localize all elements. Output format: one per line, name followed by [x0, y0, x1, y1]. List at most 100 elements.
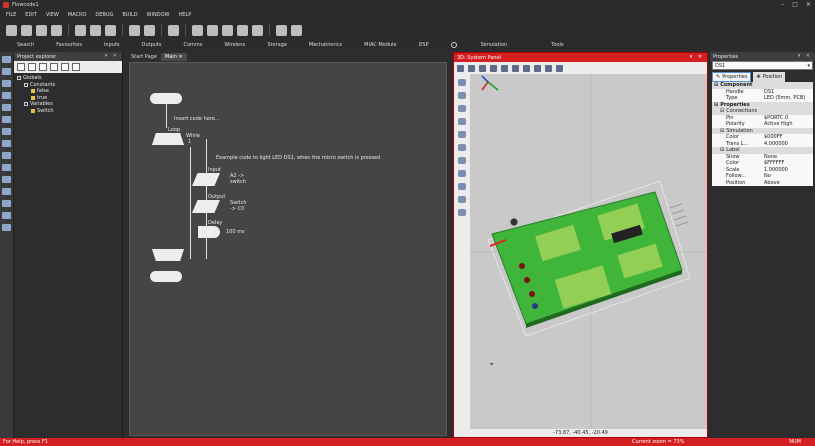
property-value[interactable]: $000FF [762, 134, 813, 140]
tab-position[interactable]: ✥ Position [753, 72, 786, 82]
ribbon-tab-search[interactable]: Search [17, 42, 34, 48]
end-terminal[interactable] [150, 271, 182, 282]
panel-controls[interactable]: ▾ ✕ [690, 54, 704, 60]
components-icon[interactable] [61, 63, 69, 71]
loop-start-block[interactable] [152, 133, 184, 145]
ribbon-tab-miac-module[interactable]: MIAC Module [364, 42, 396, 48]
view-icon[interactable] [512, 64, 519, 72]
property-value[interactable]: DS1 [762, 89, 813, 95]
zoom-icon[interactable] [490, 64, 497, 72]
collapse-icon[interactable]: ⊟ [714, 82, 718, 88]
interrupt-icon[interactable] [2, 188, 11, 195]
led-ds1[interactable] [519, 263, 525, 269]
3d-viewport[interactable]: ⌖ [470, 74, 707, 430]
output-block[interactable] [192, 200, 220, 213]
component-selector[interactable]: DS1 ▾ [712, 61, 813, 70]
property-value[interactable]: Active High [762, 121, 813, 127]
events-icon[interactable] [50, 63, 58, 71]
copy-icon[interactable] [90, 24, 101, 36]
ribbon-tab-storage[interactable]: Storage [267, 42, 287, 48]
cube-icon[interactable] [458, 92, 466, 99]
undo-icon[interactable] [129, 24, 140, 36]
macros-icon[interactable] [39, 63, 47, 71]
menu-item-macro[interactable]: MACRO [68, 12, 87, 18]
pcb-board[interactable] [487, 180, 691, 337]
input-block[interactable] [192, 173, 220, 186]
globals-icon[interactable] [28, 63, 36, 71]
plane-icon[interactable] [458, 196, 466, 203]
redo-icon[interactable] [144, 24, 155, 36]
property-value[interactable]: 4.000000 [762, 141, 813, 147]
component-macro-icon[interactable] [2, 152, 11, 159]
new-file-icon[interactable] [6, 24, 17, 36]
close-icon[interactable]: ✕ [806, 1, 811, 8]
program-chip-icon[interactable] [291, 24, 302, 36]
step-into-icon[interactable] [237, 24, 248, 36]
menu-item-file[interactable]: FILE [6, 12, 16, 18]
property-row[interactable]: Trans L... 4.000000 [712, 141, 813, 148]
property-value[interactable]: None [762, 154, 813, 160]
tab-properties[interactable]: ✎ Properties [712, 72, 752, 82]
property-row[interactable]: Follow... No [712, 173, 813, 180]
step-over-icon[interactable] [252, 24, 263, 36]
pause-icon[interactable] [207, 24, 218, 36]
ribbon-tab-inputs[interactable]: Inputs [104, 42, 120, 48]
delay-block[interactable] [198, 226, 220, 238]
ribbon-tab-mechatronics[interactable]: Mechatronics [309, 42, 342, 48]
property-value[interactable]: 1.000000 [762, 167, 813, 173]
tube-icon[interactable] [458, 118, 466, 125]
settings-icon[interactable] [556, 64, 563, 72]
stop-icon[interactable] [222, 24, 233, 36]
property-value[interactable]: Above [762, 180, 813, 186]
panel-controls[interactable]: ▾ ✕ [798, 53, 812, 59]
property-value[interactable]: No [762, 173, 813, 179]
chevron-down-icon[interactable]: ▾ [807, 63, 810, 69]
collapse-icon[interactable]: ⊟ [720, 128, 724, 134]
menu-item-build[interactable]: BUILD [122, 12, 137, 18]
label-icon[interactable] [2, 224, 11, 231]
resources-icon[interactable] [72, 63, 80, 71]
ribbon-tab-tools[interactable]: Tools [551, 42, 563, 48]
home-view-icon[interactable] [523, 64, 530, 72]
pan-icon[interactable] [468, 64, 475, 72]
string-manipulation-icon[interactable] [2, 176, 11, 183]
save-icon[interactable] [36, 24, 47, 36]
menu-item-help[interactable]: HELP [178, 12, 191, 18]
property-value[interactable]: $FFFFFF [762, 160, 813, 166]
push-switch[interactable] [509, 217, 519, 227]
panel-icon[interactable] [458, 183, 466, 190]
input-icon[interactable] [2, 56, 11, 63]
collapse-icon[interactable]: ⊟ [720, 108, 724, 114]
property-value[interactable]: $PORTC.0 [762, 115, 813, 121]
wrench-icon[interactable] [534, 64, 541, 72]
property-row[interactable]: Color $000FF [712, 134, 813, 141]
ribbon-tab-comms[interactable]: Comms [184, 42, 203, 48]
menu-item-debug[interactable]: DEBUG [95, 12, 113, 18]
open-file-icon[interactable] [21, 24, 32, 36]
select-icon[interactable] [457, 64, 464, 72]
collapse-icon[interactable]: ⊟ [720, 147, 724, 153]
potentiometer[interactable] [532, 303, 538, 309]
prism-icon[interactable] [458, 157, 466, 164]
ribbon-tab-simulation[interactable]: Simulation [450, 42, 530, 48]
property-row[interactable]: Type LED (5mm, PCB) [712, 95, 813, 102]
property-row[interactable]: Color $FFFFFF [712, 160, 813, 167]
ribbon-tab-favourites[interactable]: Favourites [56, 42, 82, 48]
camera-icon[interactable] [501, 64, 508, 72]
compile-icon[interactable] [276, 24, 287, 36]
cone-icon[interactable] [458, 131, 466, 138]
property-row[interactable]: Polarity Active High [712, 121, 813, 128]
ribbon-tab-dsp[interactable]: DSP [419, 42, 429, 48]
ribbon-tab-wireless[interactable]: Wireless [224, 42, 245, 48]
comment-icon[interactable] [2, 212, 11, 219]
probe-icon[interactable] [545, 64, 552, 72]
sphere-icon[interactable] [458, 79, 466, 86]
tab-main[interactable]: Main ✕ [160, 53, 187, 61]
cut-icon[interactable] [75, 24, 86, 36]
panel-controls[interactable]: ▾ ✕ [105, 53, 119, 59]
ports-icon[interactable] [17, 63, 25, 71]
loop-end-block[interactable] [152, 249, 184, 261]
macro-icon[interactable] [2, 140, 11, 147]
calculation-icon[interactable] [2, 164, 11, 171]
cylinder-icon[interactable] [458, 105, 466, 112]
